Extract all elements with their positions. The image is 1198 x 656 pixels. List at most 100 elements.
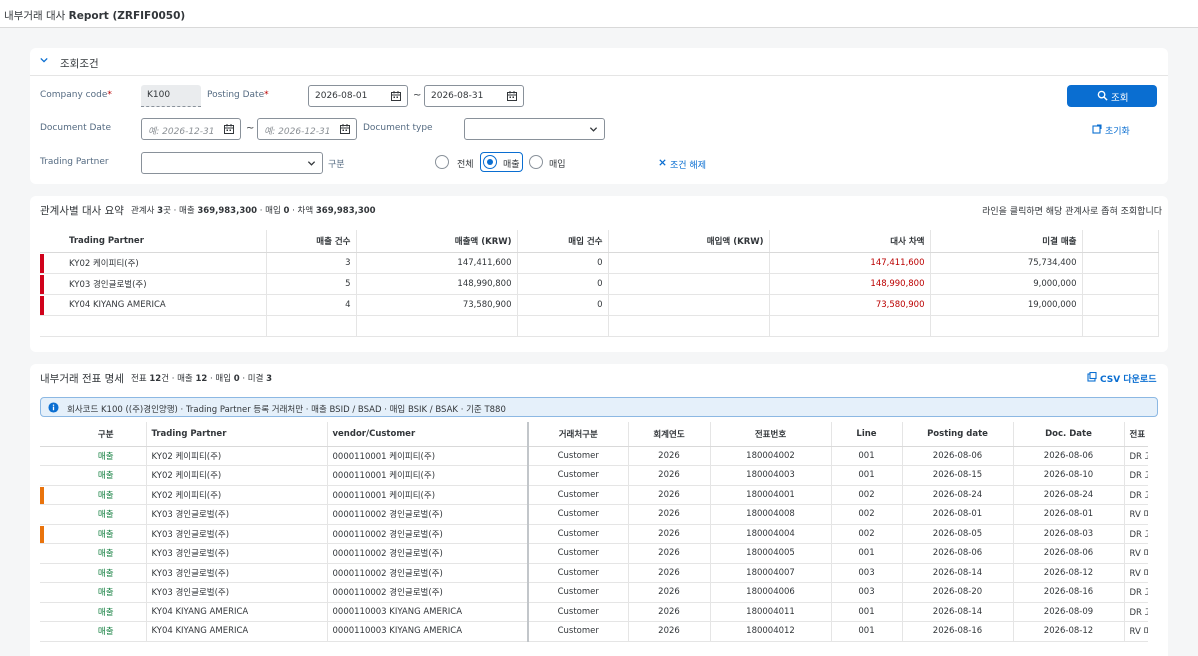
summary-row[interactable]: KY02 케이피티(주) 3 147,411,600 0 147,411,600 75,7… <box>40 252 1159 274</box>
calendar-icon[interactable] <box>223 123 235 135</box>
row-marker <box>40 465 66 486</box>
summary-row[interactable]: KY04 KIYANG AMERICA 4 73,580,900 0 73,580,90… <box>40 294 1159 316</box>
cell-partner-type: Customer <box>528 621 629 642</box>
document-date-to[interactable]: 예: 2026-12-31 <box>257 118 357 140</box>
cell-empty <box>1082 252 1159 274</box>
filter-header[interactable]: 조회조건 <box>30 48 1168 76</box>
col-partner-type[interactable]: 거래처구분 <box>528 422 629 447</box>
trading-partner-select[interactable] <box>141 152 323 174</box>
cell-partner: KY04 KIYANG AMERICA <box>146 621 328 642</box>
cell-doc-date: 2026-08-10 <box>1013 465 1125 486</box>
col-open-sales[interactable]: 미결 매출 <box>930 230 1083 253</box>
cell-vendor: 0000110003 KIYANG AMERICA <box>327 602 529 622</box>
col-sales-count[interactable]: 매출 건수 <box>266 230 357 253</box>
export-icon <box>1087 372 1097 382</box>
table-row[interactable]: 매출 KY02 케이피티(주) 0000110001 케이피티(주) Customer… <box>40 465 1148 486</box>
chevron-down-icon[interactable] <box>307 159 316 168</box>
cell-vendor: 0000110002 경인글로벌(주) <box>327 582 529 603</box>
clear-conditions-button[interactable]: 조건 해제 <box>658 158 738 171</box>
cell-partner: KY02 케이피티(주) <box>146 485 328 505</box>
col-sales-amount[interactable]: 매출액 (KRW) <box>356 230 518 253</box>
cell-fiscal-year: 2026 <box>628 543 711 564</box>
radio-purchase[interactable] <box>529 155 543 169</box>
cell-posting-date: 2026-08-14 <box>902 563 1014 583</box>
table-row[interactable]: 매출 KY04 KIYANG AMERICA 0000110003 KIYANG A… <box>40 621 1148 642</box>
col-purchase-count[interactable]: 매입 건수 <box>517 230 609 253</box>
search-button[interactable]: 조회 <box>1067 85 1157 107</box>
table-row[interactable]: 매출 KY02 케이피티(주) 0000110001 케이피티(주) Customer… <box>40 446 1148 466</box>
cell-vendor: 0000110001 케이피티(주) <box>327 465 529 486</box>
posting-date-label: Posting Date* <box>207 90 269 100</box>
col-vendor-customer[interactable]: vendor/Customer <box>327 422 529 447</box>
chevron-down-icon[interactable] <box>589 125 598 134</box>
cell-line: 002 <box>831 485 903 505</box>
table-row[interactable]: 매출 KY03 경인글로벌(주) 0000110002 경인글로벌(주) Custom… <box>40 504 1148 525</box>
calendar-icon[interactable] <box>339 123 351 135</box>
table-row[interactable]: 매출 KY03 경인글로벌(주) 0000110002 경인글로벌(주) Custom… <box>40 563 1148 583</box>
posting-date-to[interactable]: 2026-08-31 <box>424 85 524 107</box>
col-diff[interactable]: 대사 차액 <box>769 230 931 253</box>
cell-vendor: 0000110003 KIYANG AMERICA <box>327 621 529 642</box>
cell-line: 001 <box>831 602 903 622</box>
cell-posting-date: 2026-08-16 <box>902 621 1014 642</box>
col-trading-partner[interactable]: Trading Partner <box>64 230 267 253</box>
calendar-icon[interactable] <box>390 90 402 102</box>
chevron-down-icon[interactable] <box>40 56 48 64</box>
gubun-label: 구분 <box>328 160 345 170</box>
radio-all-label: 전체 <box>457 160 474 170</box>
cell-partner-type: Customer <box>528 465 629 486</box>
col-line[interactable]: Line <box>831 422 903 447</box>
col-gubun[interactable]: 구분 <box>66 422 147 447</box>
reset-button[interactable]: 초기화 <box>1092 124 1162 137</box>
cell-partner: KY03 경인글로벌(주) <box>146 543 328 564</box>
col-document-type[interactable]: 전표 <box>1124 422 1148 447</box>
csv-download-button[interactable]: CSV 다운로드 <box>1087 372 1162 385</box>
detail-header-row: 구분 Trading Partner vendor/Customer 거래처구분… <box>40 422 1148 447</box>
col-purchase-amount[interactable]: 매입액 (KRW) <box>608 230 770 253</box>
cell-document-type: DR 고 <box>1124 446 1148 466</box>
document-type-select[interactable] <box>464 118 605 140</box>
posting-date-from[interactable]: 2026-08-01 <box>308 85 408 107</box>
cell-fiscal-year: 2026 <box>628 602 711 622</box>
status-bar <box>40 295 44 314</box>
cell-partner: KY03 경인글로벌(주) <box>146 524 328 544</box>
cell-posting-date: 2026-08-06 <box>902 446 1014 466</box>
row-marker <box>40 524 66 544</box>
col-posting-date[interactable]: Posting date <box>902 422 1014 447</box>
cell-purchase-amount <box>608 294 770 316</box>
cell-doc-date: 2026-08-06 <box>1013 543 1125 564</box>
cell-empty <box>1082 315 1159 337</box>
detail-table: 구분 Trading Partner vendor/Customer 거래처구분… <box>40 422 1148 642</box>
table-row[interactable]: 매출 KY02 케이피티(주) 0000110001 케이피티(주) Customer… <box>40 485 1148 505</box>
cell-purchase-count: 0 <box>517 273 609 295</box>
document-date-from[interactable]: 예: 2026-12-31 <box>141 118 241 140</box>
table-row[interactable]: 매출 KY03 경인글로벌(주) 0000110002 경인글로벌(주) Custom… <box>40 582 1148 603</box>
cell-fiscal-year: 2026 <box>628 582 711 603</box>
cell-empty <box>40 315 64 337</box>
trading-partner-label: Trading Partner <box>40 157 109 167</box>
cell-doc-date: 2026-08-12 <box>1013 621 1125 642</box>
col-trading-partner[interactable]: Trading Partner <box>146 422 328 447</box>
row-marker <box>40 543 66 564</box>
table-row[interactable]: 매출 KY03 경인글로벌(주) 0000110002 경인글로벌(주) Custom… <box>40 524 1148 544</box>
col-document-number[interactable]: 전표번호 <box>710 422 832 447</box>
cell-open-sales: 75,734,400 <box>930 252 1083 274</box>
document-date-label: Document Date <box>40 123 111 133</box>
status-bar <box>40 274 44 293</box>
detail-table-scroll[interactable]: 구분 Trading Partner vendor/Customer 거래처구분… <box>40 422 1148 652</box>
radio-all[interactable] <box>435 155 449 169</box>
detail-panel: 내부거래 전표 명세 전표 12건 · 매출 12 · 매입 0 · 미결 3 … <box>30 364 1168 656</box>
table-row[interactable]: 매출 KY04 KIYANG AMERICA 0000110003 KIYANG A… <box>40 602 1148 622</box>
col-doc-date[interactable]: Doc. Date <box>1013 422 1125 447</box>
summary-row[interactable]: KY03 경인글로벌(주) 5 148,990,800 0 148,990,800 9,0… <box>40 273 1159 295</box>
cell-document-type: DR 고 <box>1124 524 1148 544</box>
cell-doc-date: 2026-08-16 <box>1013 582 1125 603</box>
cell-document-number: 180004012 <box>710 621 832 642</box>
cell-document-type: RV 미 <box>1124 621 1148 642</box>
cell-partner-type: Customer <box>528 524 629 544</box>
col-fiscal-year[interactable]: 회계연도 <box>628 422 711 447</box>
table-row[interactable]: 매출 KY03 경인글로벌(주) 0000110002 경인글로벌(주) Custom… <box>40 543 1148 564</box>
summary-header-row: Trading Partner 매출 건수 매출액 (KRW) 매입 건수 매입… <box>40 230 1159 253</box>
calendar-icon[interactable] <box>506 90 518 102</box>
radio-sales[interactable] <box>483 155 497 169</box>
